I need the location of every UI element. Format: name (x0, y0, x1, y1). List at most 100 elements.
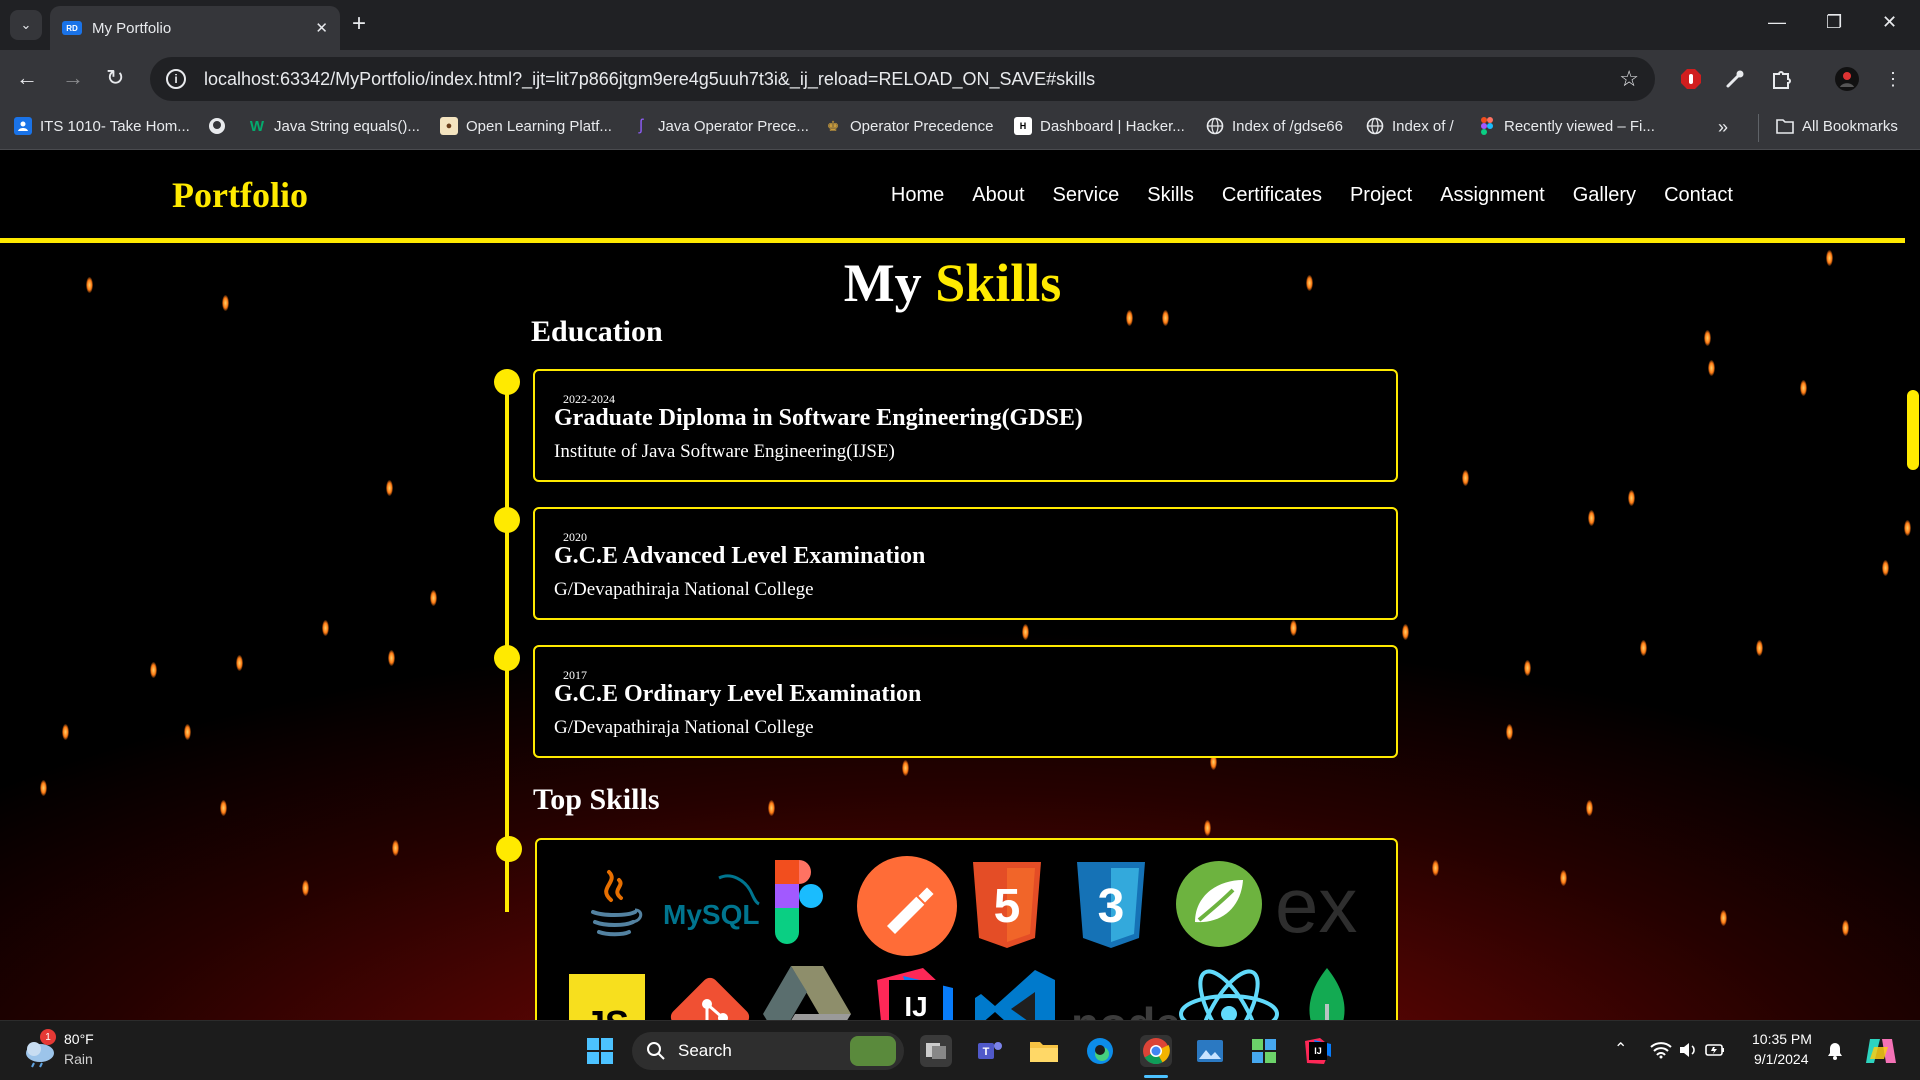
weather-badge: 1 (40, 1029, 56, 1045)
adblock-extension-icon[interactable] (1678, 66, 1704, 92)
back-icon[interactable]: ← (16, 66, 38, 90)
tray-chevron-icon[interactable]: ⌃ (1614, 1039, 1627, 1059)
photos-icon[interactable] (1194, 1035, 1226, 1067)
nav-contact[interactable]: Contact (1664, 184, 1733, 207)
bookmark-item[interactable]: ITS 1010- Take Hom... (14, 117, 190, 135)
ember (302, 880, 309, 896)
nav-certificates[interactable]: Certificates (1222, 184, 1322, 207)
portfolio-page: Portfolio Home About Service Skills Cert… (0, 150, 1920, 1020)
restore-icon[interactable]: ❐ (1826, 12, 1842, 33)
ember (1586, 800, 1593, 816)
bookmark-item[interactable] (208, 117, 234, 135)
ember (1432, 860, 1439, 876)
globe-icon (1206, 117, 1224, 135)
wifi-icon[interactable] (1650, 1041, 1672, 1064)
nav-assignment[interactable]: Assignment (1440, 184, 1545, 207)
bookmark-item[interactable]: Index of / (1366, 117, 1454, 135)
bookmark-item[interactable]: ● Open Learning Platf... (440, 117, 612, 135)
notification-bell-icon[interactable] (1826, 1041, 1844, 1066)
url-text[interactable]: localhost:63342/MyPortfolio/index.html?_… (204, 69, 1619, 90)
tab-favicon: RD (62, 21, 82, 35)
bookmark-item[interactable]: ♚ Operator Precedence (824, 117, 994, 135)
nav-about[interactable]: About (972, 184, 1024, 207)
extensions-puzzle-icon[interactable] (1768, 66, 1794, 92)
teams-icon[interactable]: T (974, 1035, 1006, 1067)
bookmark-item[interactable]: W Java String equals()... (248, 117, 420, 135)
intellij-taskbar-icon[interactable]: IJ (1302, 1035, 1334, 1067)
postman-icon (855, 854, 959, 958)
new-tab-button[interactable]: + (352, 12, 366, 36)
education-institute: G/Devapathiraja National College (554, 579, 814, 600)
ember (1022, 624, 1029, 640)
active-app-indicator (1144, 1075, 1168, 1078)
site-header: Portfolio Home About Service Skills Cert… (0, 150, 1905, 243)
chrome-icon[interactable] (1140, 1035, 1172, 1067)
java-icon (569, 860, 661, 952)
browser-tab[interactable]: RD My Portfolio ✕ (50, 6, 340, 50)
edge-icon[interactable] (1084, 1035, 1116, 1067)
volume-icon[interactable] (1678, 1041, 1698, 1064)
education-title: G.C.E Ordinary Level Examination (554, 681, 922, 707)
bookmark-item[interactable]: Index of /gdse66 (1206, 117, 1343, 135)
globe-icon (1366, 117, 1384, 135)
svg-text:IJ: IJ (904, 991, 927, 1020)
google-drive-icon (761, 960, 853, 1020)
tab-close-icon[interactable]: ✕ (315, 19, 328, 37)
color-picker-extension-icon[interactable] (1722, 66, 1748, 92)
site-logo[interactable]: Portfolio (172, 174, 308, 216)
bookmark-item[interactable]: H Dashboard | Hacker... (1014, 117, 1185, 135)
nav-project[interactable]: Project (1350, 184, 1412, 207)
ember (1628, 490, 1635, 506)
tab-title: My Portfolio (92, 19, 172, 37)
bookmark-star-icon[interactable]: ☆ (1619, 66, 1639, 92)
education-card: 2017 G.C.E Ordinary Level Examination G/… (533, 645, 1398, 758)
clock-time[interactable]: 10:35 PM (1752, 1031, 1812, 1047)
ember (1704, 330, 1711, 346)
ember (1588, 510, 1595, 526)
ember (184, 724, 191, 740)
copilot-icon[interactable] (1864, 1035, 1898, 1072)
file-explorer-icon[interactable] (1028, 1035, 1060, 1067)
minimize-icon[interactable]: — (1768, 12, 1786, 33)
crown-icon: ♚ (826, 117, 840, 134)
timeline-dot (494, 369, 520, 395)
browser-menu-icon[interactable]: ⋮ (1880, 66, 1906, 92)
nav-skills[interactable]: Skills (1147, 184, 1194, 207)
svg-text:node: node (1071, 998, 1177, 1020)
site-info-icon[interactable]: i (166, 69, 186, 89)
windows-start-icon[interactable] (584, 1035, 616, 1067)
more-bookmarks-button[interactable]: » (1718, 117, 1728, 138)
bookmark-item[interactable]: ʃ Java Operator Prece... (632, 117, 809, 135)
html5-icon: 5 (969, 860, 1045, 952)
weather-temp[interactable]: 80°F (64, 1031, 94, 1047)
taskbar-search[interactable]: Search (632, 1032, 904, 1070)
ember (1640, 640, 1647, 656)
education-institute: Institute of Java Software Engineering(I… (554, 441, 895, 462)
ember (62, 724, 69, 740)
clock-date[interactable]: 9/1/2024 (1754, 1051, 1809, 1067)
tab-search-button[interactable]: ⌄ (10, 10, 42, 40)
ember (388, 650, 395, 666)
ember (1720, 910, 1727, 926)
profile-avatar-icon[interactable] (1834, 66, 1860, 92)
bookmark-item[interactable]: Recently viewed – Fi... (1478, 117, 1655, 135)
address-bar[interactable]: i localhost:63342/MyPortfolio/index.html… (150, 57, 1655, 101)
close-window-icon[interactable]: ✕ (1882, 12, 1897, 33)
reload-icon[interactable]: ↻ (106, 66, 124, 90)
windows-taskbar: 1 80°F Rain Search T IJ ⌃ 10:35 PM 9/1/2… (0, 1020, 1920, 1080)
battery-icon[interactable] (1704, 1041, 1726, 1064)
nav-service[interactable]: Service (1053, 184, 1120, 207)
figma-icon (1478, 117, 1496, 135)
page-scrollbar-thumb[interactable] (1907, 390, 1919, 470)
all-bookmarks-button[interactable]: All Bookmarks (1776, 117, 1898, 135)
weather-icon[interactable]: 1 (22, 1029, 58, 1069)
nav-home[interactable]: Home (891, 184, 944, 207)
mysql-icon: MySQL (661, 860, 765, 952)
app-icon[interactable] (1248, 1035, 1280, 1067)
task-view-icon[interactable] (920, 1035, 952, 1067)
folder-icon (1776, 117, 1794, 135)
classroom-icon (14, 117, 32, 135)
weather-desc[interactable]: Rain (64, 1051, 93, 1067)
forward-icon[interactable]: → (62, 66, 84, 90)
nav-gallery[interactable]: Gallery (1573, 184, 1636, 207)
